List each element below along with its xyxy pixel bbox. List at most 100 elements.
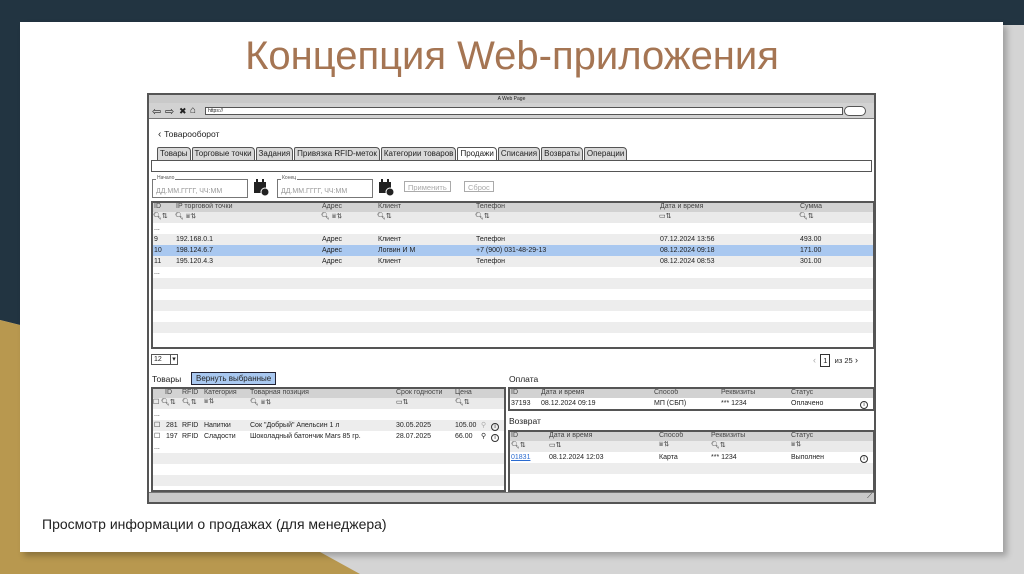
empty-row: [510, 463, 873, 474]
search-sort-icon[interactable]: 🔍︎⇅: [799, 212, 814, 220]
cell-rfid: RFID: [182, 433, 199, 440]
cell-price: 66.00: [455, 433, 473, 440]
search-sort-icon[interactable]: 🔍︎⇅: [711, 441, 726, 449]
browser-title: A Web Page: [149, 95, 874, 103]
back-arrow-icon[interactable]: ⇦: [152, 105, 161, 118]
table-row[interactable]: 11 195.120.4.3 Адрес Клиент Телефон 08.1…: [153, 256, 873, 267]
tab-goods[interactable]: Товары: [157, 147, 191, 160]
cell-method: Карта: [659, 454, 678, 461]
calendar-sort-icon[interactable]: ▭⇅: [396, 398, 408, 406]
end-placeholder: ДД.ММ.ГГГГ, ЧЧ:ММ: [281, 188, 348, 195]
goods-label: Товары: [152, 374, 182, 384]
col-item: Товарная позиция: [250, 389, 309, 396]
link-icon[interactable]: ⚲: [481, 420, 486, 431]
back-link[interactable]: ‹ Товарооборот: [158, 129, 219, 140]
col-id: ID: [154, 203, 161, 210]
search-sort-icon[interactable]: 🔍︎⇅: [511, 441, 526, 449]
row-checkbox[interactable]: ☐: [154, 431, 160, 442]
table-row[interactable]: 9 192.168.0.1 Адрес Клиент Телефон 07.12…: [153, 234, 873, 245]
col-expiry: Срок годности: [396, 389, 443, 396]
cell-phone: Телефон: [476, 258, 506, 265]
sales-table: ID IP торговой точки Адрес Клиент Телефо…: [151, 201, 875, 349]
home-icon[interactable]: ⌂: [190, 105, 196, 116]
cell-address: Адрес: [322, 247, 343, 254]
search-sort-icon[interactable]: 🔍︎⇅: [455, 398, 470, 406]
filter-bar[interactable]: [151, 160, 872, 172]
tab-returns[interactable]: Возвраты: [541, 147, 583, 160]
back-label: Товарооборот: [164, 129, 220, 139]
cell-id: 281: [166, 422, 178, 429]
ellipsis: ...: [154, 269, 160, 276]
search-filter-sort-icon[interactable]: 🔍︎ ⩸⇅: [321, 212, 342, 221]
refund-id-link[interactable]: 01831: [511, 452, 530, 463]
cell-client: Логвин И М: [378, 247, 416, 254]
info-icon[interactable]: i: [860, 399, 868, 409]
search-filter-sort-icon[interactable]: 🔍︎ ⩸⇅: [175, 212, 196, 221]
browser-menu-button[interactable]: [844, 106, 866, 116]
search-sort-icon[interactable]: 🔍︎⇅: [475, 212, 490, 220]
cell-rfid: RFID: [182, 422, 199, 429]
table-row[interactable]: 37193 08.12.2024 09:19 МП (СБП) *** 1234…: [510, 398, 873, 409]
select-all-checkbox[interactable]: ☐: [153, 398, 159, 406]
cell-ip: 198.124.6.7: [176, 247, 213, 254]
start-placeholder: ДД.ММ.ГГГГ, ЧЧ:ММ: [156, 188, 223, 195]
next-page-icon[interactable]: ›: [855, 355, 858, 365]
start-date-input[interactable]: Начало ДД.ММ.ГГГГ, ЧЧ:ММ: [152, 175, 248, 198]
calendar-sort-icon[interactable]: ▭⇅: [659, 212, 671, 220]
search-sort-icon[interactable]: 🔍︎⇅: [377, 212, 392, 220]
search-sort-icon[interactable]: 🔍︎⇅: [161, 398, 176, 406]
tab-rfid[interactable]: Привязка RFID-меток: [294, 147, 380, 160]
col-datetime: Дата и время: [541, 389, 585, 396]
search-filter-sort-icon[interactable]: 🔍︎ ⩸⇅: [250, 398, 271, 407]
calendar-clock-icon[interactable]: [378, 179, 394, 196]
calendar-sort-icon[interactable]: ▭⇅: [549, 441, 561, 449]
filter-sort-icon[interactable]: ⩸⇅: [204, 398, 215, 406]
col-method: Способ: [659, 432, 684, 439]
table-row[interactable]: 01831 08.12.2024 12:03 Карта *** 1234 Вы…: [510, 452, 873, 463]
col-datetime: Дата и время: [549, 432, 593, 439]
end-date-input[interactable]: Конец ДД.ММ.ГГГГ, ЧЧ:ММ: [277, 175, 373, 198]
cell-sum: 301.00: [800, 258, 822, 265]
apply-button[interactable]: Применить: [404, 181, 451, 192]
row-checkbox[interactable]: ☐: [154, 420, 160, 431]
tab-sales[interactable]: Продажи: [457, 147, 497, 160]
table-row[interactable]: ☐ 197 RFID Сладости Шоколадный батончик …: [153, 431, 504, 442]
tab-outlets[interactable]: Торговые точки: [191, 147, 255, 160]
ellipsis: ...: [154, 411, 160, 418]
cell-item: Сок "Добрый" Апельсин 1 л: [250, 422, 340, 429]
link-icon[interactable]: ⚲: [481, 431, 486, 442]
search-sort-icon[interactable]: 🔍︎⇅: [182, 398, 197, 406]
cell-datetime: 08.12.2024 12:03: [549, 454, 604, 461]
filter-sort-icon[interactable]: ⩸⇅: [659, 441, 670, 449]
tab-categories[interactable]: Категории товаров: [380, 147, 457, 160]
close-icon[interactable]: ✖: [179, 106, 187, 117]
table-row-selected[interactable]: 10 198.124.6.7 Адрес Логвин И М +7 (900)…: [153, 245, 873, 256]
calendar-clock-icon[interactable]: [253, 179, 269, 196]
col-status: Статус: [791, 389, 814, 396]
filter-sort-icon[interactable]: ⩸⇅: [791, 441, 802, 449]
tab-writeoffs[interactable]: Списания: [497, 147, 541, 160]
col-id: ID: [165, 389, 172, 396]
col-ip: IP торговой точки: [176, 203, 233, 210]
page-input[interactable]: 1: [820, 354, 831, 367]
reset-button[interactable]: Сброс: [464, 181, 494, 192]
url-input[interactable]: https://: [205, 107, 843, 115]
forward-arrow-icon[interactable]: ⇨: [165, 105, 174, 118]
browser-window-mockup: A Web Page ⇦ ⇨ ✖ ⌂ https:// ‹ Товарообор…: [147, 93, 876, 504]
resize-grip-icon[interactable]: ⟋: [867, 493, 872, 501]
chevron-down-icon[interactable]: ▾: [170, 355, 177, 364]
cell-details: *** 1234: [721, 400, 747, 407]
tab-tasks[interactable]: Задания: [255, 147, 294, 160]
payment-header: ID Дата и время Способ Реквизиты Статус: [510, 389, 873, 398]
tab-operations[interactable]: Операции: [583, 147, 628, 160]
return-selected-button[interactable]: Вернуть выбранные: [191, 372, 277, 385]
refund-table: ID Дата и время Способ Реквизиты Статус …: [508, 430, 875, 492]
page-size-select[interactable]: 12 ▾: [151, 354, 178, 365]
status-bar: ⟋: [149, 492, 874, 502]
search-sort-icon[interactable]: 🔍︎⇅: [153, 212, 168, 220]
start-label: Начало: [156, 175, 176, 181]
refund-label: Возврат: [509, 416, 541, 426]
prev-page-icon[interactable]: ‹: [813, 355, 816, 365]
table-row[interactable]: ☐ 281 RFID Напитки Сок "Добрый" Апельсин…: [153, 420, 504, 431]
cell-datetime: 07.12.2024 13:56: [660, 236, 715, 243]
